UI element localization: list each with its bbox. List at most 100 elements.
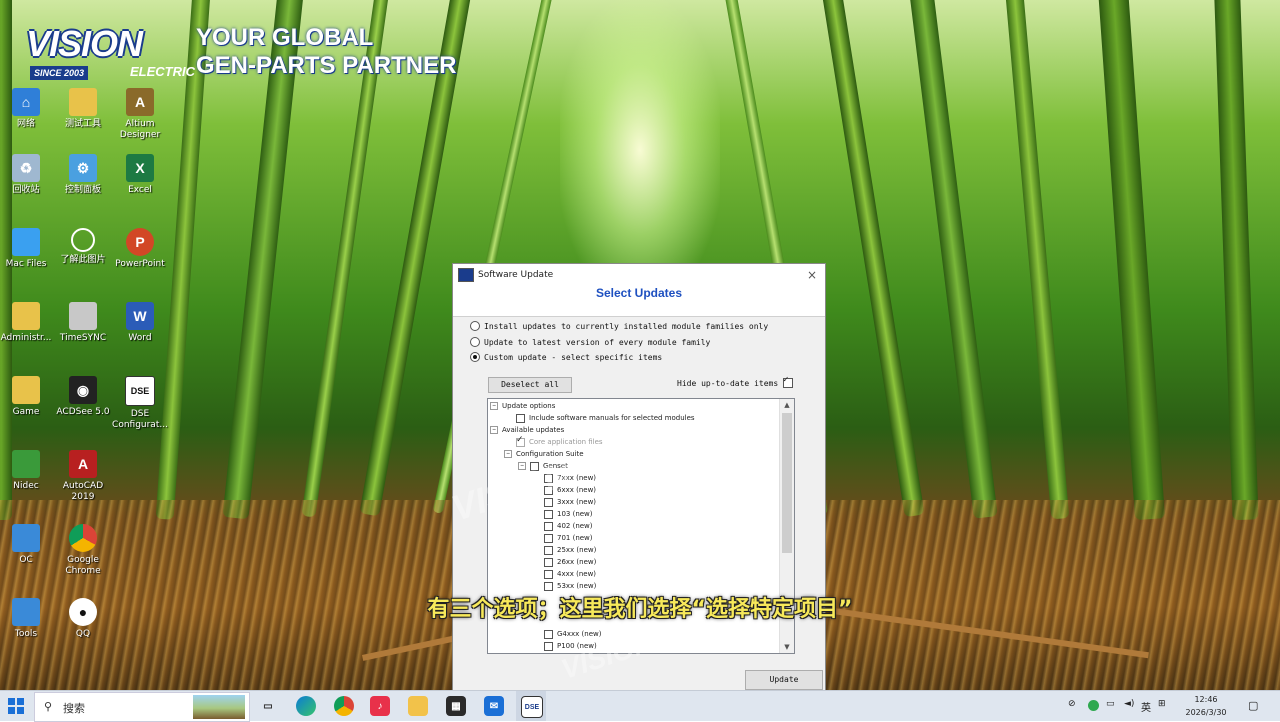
search-icon: ⚲ xyxy=(44,700,53,713)
checkbox[interactable] xyxy=(544,581,553,591)
recycle-bin-icon: ♻ xyxy=(12,154,40,182)
option-label: Custom update - select specific items xyxy=(484,352,663,362)
store-icon[interactable]: ▦ xyxy=(446,696,466,716)
desktop-icon-nidec[interactable]: Nidec xyxy=(0,442,58,514)
desktop-icon-administrator[interactable]: Administr... xyxy=(0,294,58,366)
desktop-icon-game[interactable]: Game xyxy=(0,368,58,440)
radio-button[interactable] xyxy=(470,337,480,347)
music-icon[interactable]: ♪ xyxy=(370,696,390,716)
update-button[interactable]: Update xyxy=(745,670,823,690)
desktop-icon-network[interactable]: ⌂ 网络 xyxy=(0,80,58,152)
option-label: Update to latest version of every module… xyxy=(484,337,711,347)
notifications-icon[interactable]: ▢ xyxy=(1248,699,1258,712)
oc-icon xyxy=(12,524,40,552)
radio-button[interactable] xyxy=(470,321,480,331)
windows-start-icon[interactable] xyxy=(8,698,24,714)
logo-electric: ELECTRIC xyxy=(130,64,195,79)
chrome-icon[interactable] xyxy=(334,696,354,716)
tree-node-available-updates[interactable]: − Available updates xyxy=(490,424,564,436)
edge-icon[interactable] xyxy=(296,696,316,716)
network-icon[interactable]: ▭ xyxy=(1106,699,1115,709)
desktop-icon-word[interactable]: W Word xyxy=(108,294,172,366)
tree-node-module[interactable]: G4xxx (new) xyxy=(544,628,601,640)
checkbox[interactable] xyxy=(544,557,553,567)
clock-time: 12:46 xyxy=(1194,695,1218,704)
file-explorer-icon[interactable] xyxy=(408,696,428,716)
chrome-icon xyxy=(69,524,97,552)
dialog-title: Software Update xyxy=(478,270,554,280)
checkbox[interactable] xyxy=(544,629,553,639)
collapse-icon[interactable]: − xyxy=(504,450,512,458)
ime-icon[interactable]: ⊞ xyxy=(1158,699,1166,709)
checkbox[interactable] xyxy=(516,413,525,423)
user-folder-icon xyxy=(12,302,40,330)
taskbar-clock[interactable]: 12:46 2026/3/30 xyxy=(1178,693,1234,719)
desktop-icon-learn-about-picture[interactable]: 了解此图片 xyxy=(51,220,115,292)
control-panel-icon: ⚙ xyxy=(69,154,97,182)
desktop-icon-oc[interactable]: OC xyxy=(0,516,58,588)
logo-wordmark: VISION xyxy=(26,23,143,64)
hide-checkbox[interactable] xyxy=(783,375,794,388)
option-custom-update[interactable]: Custom update - select specific items xyxy=(470,350,662,364)
desktop-icon-excel[interactable]: X Excel xyxy=(108,146,172,218)
checkbox[interactable] xyxy=(544,521,553,531)
tagline: YOUR GLOBAL GEN-PARTS PARTNER xyxy=(196,24,456,80)
hide-up-to-date-toggle[interactable]: Hide up-to-date items xyxy=(677,375,794,388)
tree-node-module[interactable]: 103 (new) xyxy=(544,508,593,520)
search-placeholder: 搜索 xyxy=(63,702,85,715)
autocad-icon: A xyxy=(69,450,97,478)
option-label: Install updates to currently installed m… xyxy=(484,321,769,331)
collapse-icon[interactable]: − xyxy=(490,402,498,410)
camera-icon xyxy=(71,228,95,252)
folder-icon xyxy=(12,228,40,256)
task-view-icon[interactable]: ▭ xyxy=(258,696,278,716)
tree-node-update-options[interactable]: − Update options xyxy=(490,400,555,412)
collapse-icon[interactable]: − xyxy=(490,426,498,434)
dse-taskbar-icon[interactable]: DSE xyxy=(521,696,543,718)
tagline-line2: GEN-PARTS PARTNER xyxy=(196,52,457,79)
checkbox[interactable] xyxy=(544,545,553,555)
desktop-icon-recycle-bin[interactable]: ♻ 回收站 xyxy=(0,146,58,218)
radio-button-selected[interactable] xyxy=(470,352,480,362)
checkbox[interactable] xyxy=(544,641,553,651)
tree-node-module[interactable]: 402 (new) xyxy=(544,520,593,532)
tree-node-core-files: Core application files xyxy=(516,435,603,448)
scroll-down-icon[interactable]: ▼ xyxy=(780,641,794,653)
desktop-icon-powerpoint[interactable]: P PowerPoint xyxy=(108,220,172,292)
desktop-icon-altium[interactable]: A Altium Designer xyxy=(108,80,172,152)
desktop-icon-autocad[interactable]: A AutoCAD 2019 xyxy=(51,442,115,514)
dialog-header: Select Updates xyxy=(453,286,825,317)
dialog-titlebar[interactable]: Software Update × xyxy=(453,264,825,286)
tree-node-module[interactable]: 4xxx (new) xyxy=(544,568,596,580)
checkbox[interactable] xyxy=(544,509,553,519)
tree-node-module[interactable]: 701 (new) xyxy=(544,532,593,544)
tree-node-module[interactable]: 25xx (new) xyxy=(544,544,596,556)
checkbox[interactable] xyxy=(544,533,553,543)
checkbox[interactable] xyxy=(544,569,553,579)
scroll-thumb[interactable] xyxy=(782,413,792,553)
close-icon[interactable]: × xyxy=(799,268,825,282)
desktop-icon-acdsee[interactable]: ◉ ACDSee 5.0 xyxy=(51,368,115,440)
scroll-up-icon[interactable]: ▲ xyxy=(780,399,794,411)
notification-muted-icon[interactable]: ⊘ xyxy=(1068,699,1076,709)
desktop-icon-chrome[interactable]: Google Chrome xyxy=(51,516,115,588)
desktop-icon-test-tools[interactable]: 测试工具 xyxy=(51,80,115,152)
option-latest-every[interactable]: Update to latest version of every module… xyxy=(470,335,710,349)
taskbar-search-box[interactable]: ⚲ 搜索 xyxy=(34,692,250,722)
input-language[interactable]: 英 xyxy=(1141,699,1151,714)
wechat-tray-icon[interactable] xyxy=(1088,700,1099,711)
tree-node-module[interactable]: 26xx (new) xyxy=(544,556,596,568)
option-installed-only[interactable]: Install updates to currently installed m… xyxy=(470,319,768,333)
desktop-icon-control-panel[interactable]: ⚙ 控制面板 xyxy=(51,146,115,218)
volume-icon[interactable]: ◄) xyxy=(1124,699,1134,709)
desktop-icon-dse-config[interactable]: DSE DSE Configurat... xyxy=(108,368,172,440)
desktop-icon-mac-files[interactable]: Mac Files xyxy=(0,220,58,292)
folder-icon xyxy=(69,88,97,116)
checkbox-disabled xyxy=(516,435,525,447)
deselect-all-button[interactable]: Deselect all xyxy=(488,377,572,393)
desktop-icon-timesync[interactable]: TimeSYNC xyxy=(51,294,115,366)
timesync-icon xyxy=(69,302,97,330)
tree-node-include-manuals[interactable]: Include software manuals for selected mo… xyxy=(516,412,695,424)
dse-app-icon xyxy=(458,268,474,282)
mail-icon[interactable]: ✉ xyxy=(484,696,504,716)
